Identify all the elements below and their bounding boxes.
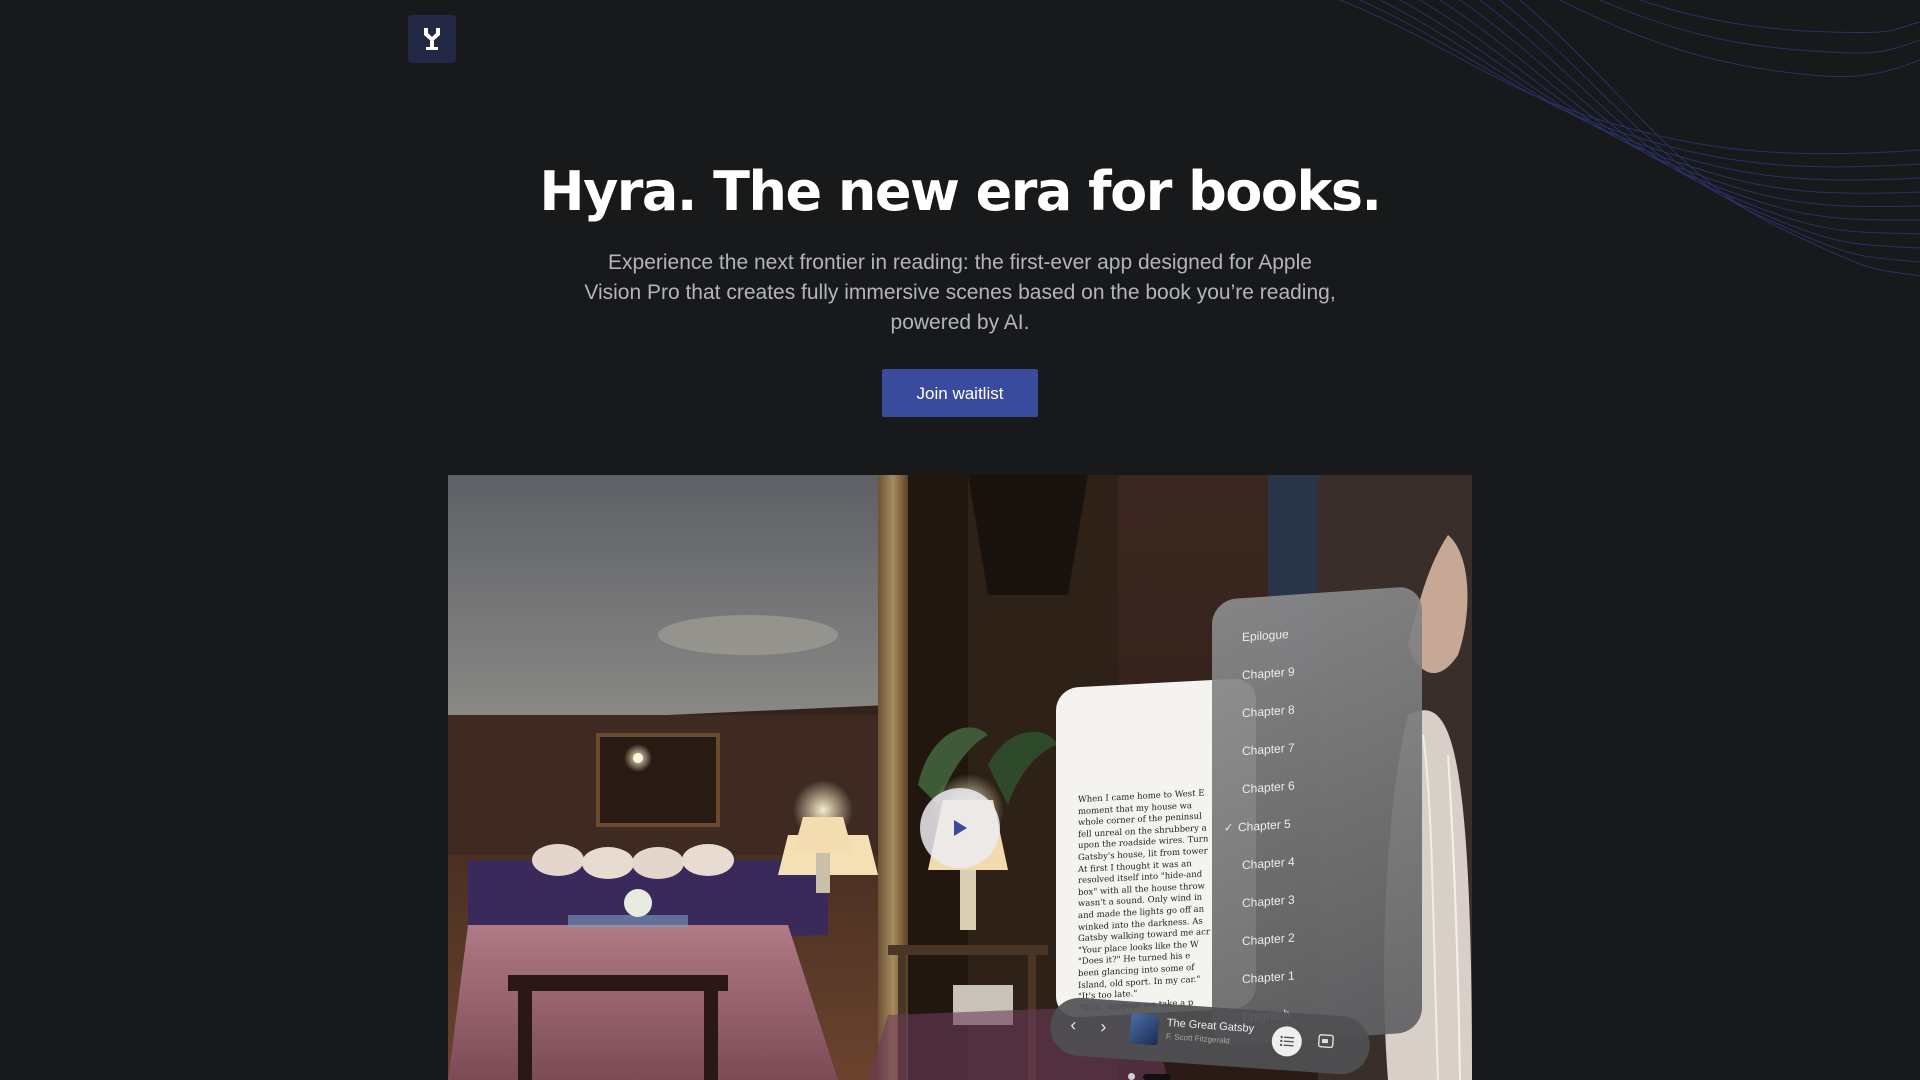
- chevron-left-icon[interactable]: ‹: [1070, 1014, 1077, 1035]
- chapter-list-button[interactable]: [1270, 1025, 1303, 1058]
- chapter-item-7[interactable]: Chapter 7: [1242, 741, 1295, 759]
- chevron-right-icon[interactable]: ›: [1100, 1016, 1107, 1037]
- chapter-item-3[interactable]: Chapter 3: [1242, 893, 1295, 911]
- chapter-item-8[interactable]: Chapter 8: [1242, 703, 1295, 721]
- book-cover-thumbnail: [1129, 1013, 1160, 1046]
- hero-title: Hyra. The new era for books.: [539, 160, 1382, 223]
- play-icon: [954, 820, 967, 836]
- chapter-item-4[interactable]: Chapter 4: [1242, 855, 1295, 873]
- pagination-pill: [1143, 1073, 1171, 1080]
- play-button[interactable]: [920, 788, 1000, 868]
- logo[interactable]: [408, 15, 456, 63]
- hero-subtitle: Experience the next frontier in reading:…: [584, 251, 1336, 334]
- chapter-item-6[interactable]: Chapter 6: [1242, 779, 1295, 797]
- book-author: F. Scott Fitzgerald: [1165, 1031, 1231, 1046]
- pagination-indicator: [1128, 1073, 1171, 1080]
- hyra-logo-icon: [424, 28, 440, 50]
- book-page-text: When I came home to West E moment that m…: [1078, 788, 1210, 1013]
- promo-video[interactable]: When I came home to West E moment that m…: [448, 475, 1472, 1080]
- chapter-item-5-selected[interactable]: Chapter 5: [1238, 817, 1291, 835]
- checkmark-icon: ✓: [1224, 821, 1234, 835]
- pagination-dot: [1128, 1073, 1135, 1080]
- landing-page: Hyra. The new era for books. Experience …: [0, 0, 1920, 1080]
- chapter-item-9[interactable]: Chapter 9: [1242, 665, 1295, 683]
- list-icon: [1279, 1035, 1295, 1047]
- hero-section: Hyra. The new era for books. Experience …: [0, 150, 1920, 417]
- chapter-item-epilogue[interactable]: Epilogue: [1242, 627, 1289, 644]
- chapter-item-2[interactable]: Chapter 2: [1242, 931, 1295, 949]
- chapter-list-panel: Epilogue Chapter 9 Chapter 8 Chapter 7 C…: [1212, 585, 1422, 1047]
- window-icon[interactable]: [1317, 1034, 1334, 1049]
- chapter-item-1[interactable]: Chapter 1: [1242, 969, 1295, 987]
- join-waitlist-button[interactable]: Join waitlist: [882, 369, 1038, 417]
